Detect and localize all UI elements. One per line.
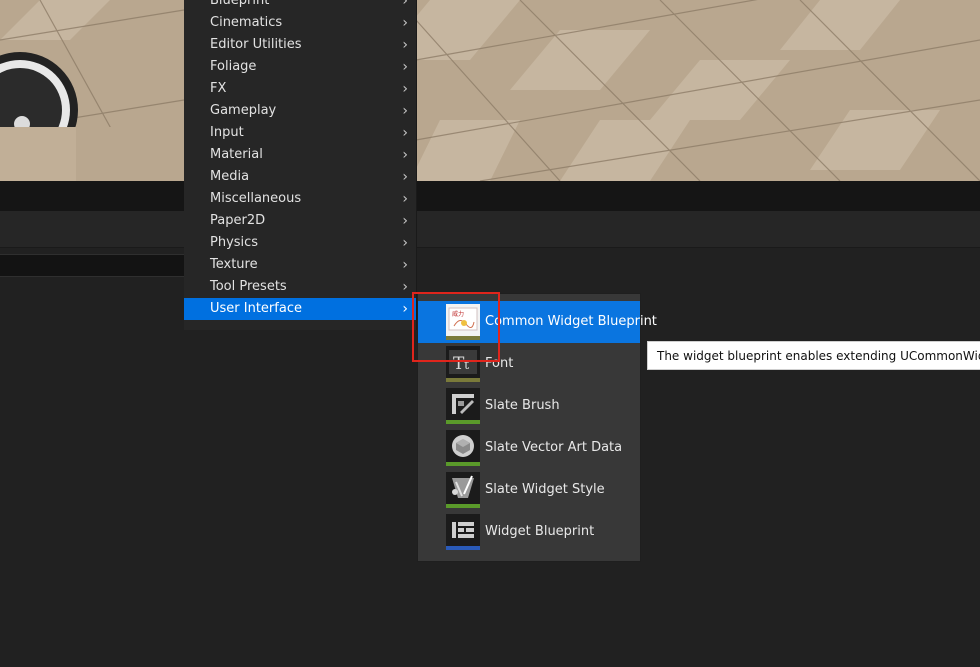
submenu-item-label: Widget Blueprint xyxy=(485,524,595,539)
menu-item-label: Input xyxy=(210,125,244,140)
submenu-item-slate-widget-style[interactable]: Slate Widget Style xyxy=(418,469,640,511)
submenu-item-label: Slate Vector Art Data xyxy=(485,440,623,455)
viewport-floor xyxy=(0,0,980,181)
menu-item-label: User Interface xyxy=(210,301,302,316)
annotation-highlight-box xyxy=(412,292,500,362)
submenu-item-label: Slate Brush xyxy=(485,398,560,413)
chevron-right-icon: › xyxy=(402,81,408,97)
menu-item-tool-presets[interactable]: Tool Presets › xyxy=(184,276,416,298)
menu-item-user-interface[interactable]: User Interface › xyxy=(184,298,416,320)
menu-item-editor-utilities[interactable]: Editor Utilities › xyxy=(184,34,416,56)
menu-item-gameplay[interactable]: Gameplay › xyxy=(184,100,416,122)
menu-item-paper2d[interactable]: Paper2D › xyxy=(184,210,416,232)
slate-vector-art-icon xyxy=(446,430,480,466)
chevron-right-icon: › xyxy=(402,103,408,119)
menu-item-label: Texture xyxy=(210,257,258,272)
menu-item-media[interactable]: Media › xyxy=(184,166,416,188)
chevron-right-icon: › xyxy=(402,147,408,163)
chevron-right-icon: › xyxy=(402,213,408,229)
content-panel-header xyxy=(0,211,980,248)
chevron-right-icon: › xyxy=(402,15,408,31)
content-panel-field xyxy=(0,254,186,277)
chevron-right-icon: › xyxy=(402,301,408,317)
menu-item-foliage[interactable]: Foliage › xyxy=(184,56,416,78)
menu-item-label: Media xyxy=(210,169,250,184)
create-asset-category-menu: Blueprint › Cinematics › Editor Utilitie… xyxy=(184,0,417,330)
menu-item-label: Miscellaneous xyxy=(210,191,302,206)
submenu-item-slate-brush[interactable]: Slate Brush xyxy=(418,385,640,427)
chevron-right-icon: › xyxy=(402,191,408,207)
menu-item-physics[interactable]: Physics › xyxy=(184,232,416,254)
viewport-bottom-bar xyxy=(0,181,980,211)
menu-item-label: Editor Utilities xyxy=(210,37,302,52)
chevron-right-icon: › xyxy=(402,257,408,273)
chevron-right-icon: › xyxy=(402,0,408,9)
menu-item-fx[interactable]: FX › xyxy=(184,78,416,100)
chevron-right-icon: › xyxy=(402,279,408,295)
menu-item-texture[interactable]: Texture › xyxy=(184,254,416,276)
chevron-right-icon: › xyxy=(402,235,408,251)
menu-item-input[interactable]: Input › xyxy=(184,122,416,144)
menu-item-label: Gameplay xyxy=(210,103,277,118)
chevron-right-icon: › xyxy=(402,59,408,75)
level-viewport[interactable] xyxy=(0,0,980,181)
submenu-item-label: Common Widget Blueprint xyxy=(485,314,657,329)
menu-item-miscellaneous[interactable]: Miscellaneous › xyxy=(184,188,416,210)
slate-widget-style-icon xyxy=(446,472,480,508)
menu-item-blueprint[interactable]: Blueprint › xyxy=(184,0,416,12)
menu-item-label: Physics xyxy=(210,235,259,250)
menu-item-label: Foliage xyxy=(210,59,257,74)
chevron-right-icon: › xyxy=(402,169,408,185)
submenu-item-slate-vector-art-data[interactable]: Slate Vector Art Data xyxy=(418,427,640,469)
submenu-item-label: Slate Widget Style xyxy=(485,482,605,497)
menu-item-label: FX xyxy=(210,81,227,96)
submenu-tooltip: The widget blueprint enables extending U… xyxy=(647,341,980,370)
slate-brush-icon xyxy=(446,388,480,424)
menu-item-label: Paper2D xyxy=(210,213,266,228)
menu-item-label: Cinematics xyxy=(210,15,283,30)
submenu-item-widget-blueprint[interactable]: Widget Blueprint xyxy=(418,511,640,553)
menu-item-material[interactable]: Material › xyxy=(184,144,416,166)
widget-blueprint-icon xyxy=(446,514,480,550)
menu-item-label: Tool Presets xyxy=(210,279,287,294)
chevron-right-icon: › xyxy=(402,37,408,53)
menu-item-label: Blueprint xyxy=(210,0,270,8)
chevron-right-icon: › xyxy=(402,125,408,141)
menu-item-label: Material xyxy=(210,147,263,162)
menu-item-cinematics[interactable]: Cinematics › xyxy=(184,12,416,34)
